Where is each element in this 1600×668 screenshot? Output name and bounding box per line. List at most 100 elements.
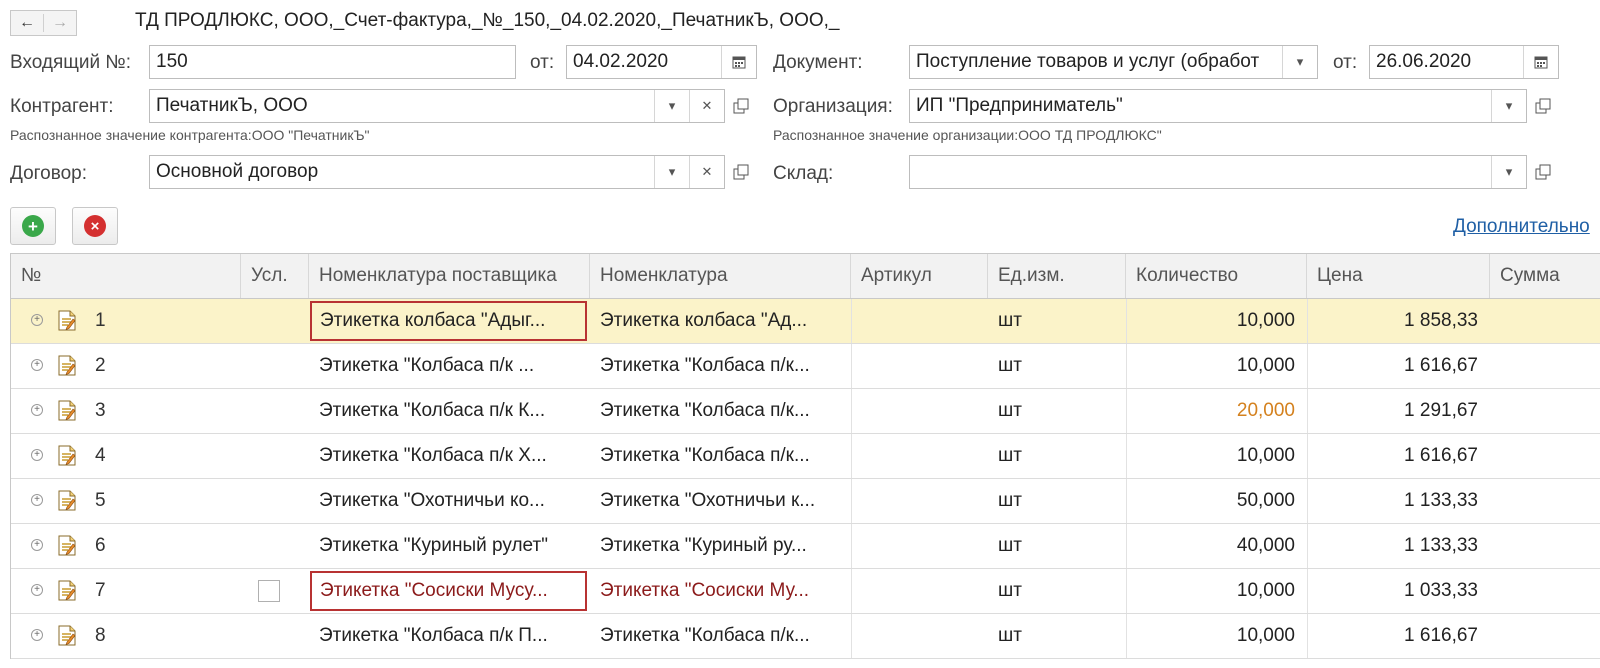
supplier-item-cell[interactable]: Этикетка колбаса "Адыг... — [310, 301, 587, 341]
sum-cell[interactable] — [1490, 614, 1600, 658]
unit-cell[interactable]: шт — [998, 524, 1126, 568]
delete-row-button[interactable]: × — [72, 207, 118, 245]
price-cell[interactable]: 1 858,33 — [1307, 299, 1490, 343]
open-link-icon[interactable] — [725, 155, 757, 189]
expand-icon[interactable]: + — [31, 539, 43, 551]
col-header-quantity[interactable]: Количество — [1126, 254, 1307, 298]
forward-button[interactable]: → — [44, 14, 76, 32]
unit-cell[interactable]: шт — [998, 344, 1126, 388]
dropdown-icon[interactable]: ▾ — [654, 90, 689, 122]
clear-icon[interactable]: ✕ — [689, 156, 724, 188]
document-field[interactable]: Поступление товаров и услуг (обработ ▾ — [909, 45, 1318, 79]
calendar-icon[interactable] — [721, 46, 756, 78]
unit-cell[interactable]: шт — [998, 434, 1126, 478]
article-cell[interactable] — [851, 614, 988, 658]
table-row[interactable]: +1 Этикетка колбаса "Адыг... Этикетка колб… — [11, 299, 1600, 344]
dropdown-icon[interactable]: ▾ — [1491, 156, 1526, 188]
article-cell[interactable] — [851, 479, 988, 523]
unit-cell[interactable]: шт — [998, 389, 1126, 433]
item-cell[interactable]: Этикетка "Колбаса п/к... — [600, 389, 851, 433]
sum-cell[interactable] — [1490, 434, 1600, 478]
price-cell[interactable]: 1 133,33 — [1307, 479, 1490, 523]
sum-cell[interactable] — [1490, 299, 1600, 343]
supplier-item-cell[interactable]: Этикетка "Колбаса п/к Х... — [309, 434, 590, 478]
condition-checkbox[interactable] — [258, 580, 280, 602]
article-cell[interactable] — [851, 344, 988, 388]
expand-icon[interactable]: + — [31, 404, 43, 416]
price-cell[interactable]: 1 291,67 — [1307, 389, 1490, 433]
expand-icon[interactable]: + — [31, 494, 43, 506]
col-header-unit[interactable]: Ед.изм. — [988, 254, 1126, 298]
expand-icon[interactable]: + — [31, 584, 43, 596]
quantity-cell[interactable]: 10,000 — [1126, 614, 1307, 658]
supplier-item-cell[interactable]: Этикетка "Колбаса п/к К... — [309, 389, 590, 433]
article-cell[interactable] — [851, 434, 988, 478]
sum-cell[interactable] — [1490, 344, 1600, 388]
item-cell[interactable]: Этикетка "Охотничьи к... — [600, 479, 851, 523]
price-cell[interactable]: 1 133,33 — [1307, 524, 1490, 568]
article-cell[interactable] — [851, 524, 988, 568]
col-header-price[interactable]: Цена — [1307, 254, 1490, 298]
table-row[interactable]: +4 Этикетка "Колбаса п/к Х... Этикетка "Ко… — [11, 434, 1600, 479]
dropdown-icon[interactable]: ▾ — [1282, 46, 1317, 78]
table-row[interactable]: +8 Этикетка "Колбаса п/к П... Этикетка "Ко… — [11, 614, 1600, 659]
sum-cell[interactable] — [1490, 524, 1600, 568]
supplier-item-cell[interactable]: Этикетка "Колбаса п/к П... — [309, 614, 590, 658]
incoming-date-field[interactable]: 04.02.2020 — [566, 45, 757, 79]
unit-cell[interactable]: шт — [998, 569, 1126, 613]
supplier-item-cell[interactable]: Этикетка "Охотничьи ко... — [309, 479, 590, 523]
contract-field[interactable]: Основной договор ▾ ✕ — [149, 155, 725, 189]
table-row[interactable]: +5 Этикетка "Охотничьи ко... Этикетка "Охо… — [11, 479, 1600, 524]
dropdown-icon[interactable]: ▾ — [654, 156, 689, 188]
price-cell[interactable]: 1 033,33 — [1307, 569, 1490, 613]
additional-link[interactable]: Дополнительно — [1453, 216, 1600, 238]
item-cell[interactable]: Этикетка колбаса "Ад... — [600, 299, 851, 343]
col-header-supplier-item[interactable]: Номенклатура поставщика — [309, 254, 590, 298]
expand-icon[interactable]: + — [31, 449, 43, 461]
price-cell[interactable]: 1 616,67 — [1307, 344, 1490, 388]
open-link-icon[interactable] — [725, 89, 757, 123]
col-header-sum[interactable]: Сумма — [1490, 254, 1600, 298]
add-row-button[interactable]: + — [10, 207, 56, 245]
dropdown-icon[interactable]: ▾ — [1491, 90, 1526, 122]
counterparty-field[interactable]: ПечатникЪ, ООО ▾ ✕ — [149, 89, 725, 123]
incoming-number-field[interactable]: 150 — [149, 45, 516, 79]
price-cell[interactable]: 1 616,67 — [1307, 434, 1490, 478]
organization-field[interactable]: ИП "Предприниматель" ▾ — [909, 89, 1527, 123]
sum-cell[interactable] — [1490, 569, 1600, 613]
price-cell[interactable]: 1 616,67 — [1307, 614, 1490, 658]
quantity-cell[interactable]: 10,000 — [1126, 569, 1307, 613]
calendar-icon[interactable] — [1523, 46, 1558, 78]
table-row[interactable]: +6 Этикетка "Куриный рулет" Этикетка "Кури… — [11, 524, 1600, 569]
quantity-cell[interactable]: 40,000 — [1126, 524, 1307, 568]
supplier-item-cell[interactable]: Этикетка "Куриный рулет" — [309, 524, 590, 568]
quantity-cell[interactable]: 10,000 — [1126, 344, 1307, 388]
table-row[interactable]: +7 Этикетка "Сосиски Мусу... Этикетка "Сос… — [11, 569, 1600, 614]
table-row[interactable]: +3 Этикетка "Колбаса п/к К... Этикетка "Ко… — [11, 389, 1600, 434]
supplier-item-cell[interactable]: Этикетка "Колбаса п/к ... — [309, 344, 590, 388]
sum-cell[interactable] — [1490, 479, 1600, 523]
item-cell[interactable]: Этикетка "Сосиски Му... — [600, 569, 851, 613]
quantity-cell[interactable]: 10,000 — [1126, 434, 1307, 478]
clear-icon[interactable]: ✕ — [689, 90, 724, 122]
quantity-cell[interactable]: 20,000 — [1126, 389, 1307, 433]
document-date-field[interactable]: 26.06.2020 — [1369, 45, 1559, 79]
open-link-icon[interactable] — [1527, 155, 1559, 189]
col-header-number[interactable]: № — [11, 254, 241, 298]
warehouse-field[interactable]: ▾ — [909, 155, 1527, 189]
table-row[interactable]: +2 Этикетка "Колбаса п/к ... Этикетка "Кол… — [11, 344, 1600, 389]
expand-icon[interactable]: + — [31, 359, 43, 371]
item-cell[interactable]: Этикетка "Колбаса п/к... — [600, 434, 851, 478]
sum-cell[interactable] — [1490, 389, 1600, 433]
col-header-article[interactable]: Артикул — [851, 254, 988, 298]
open-link-icon[interactable] — [1527, 89, 1559, 123]
item-cell[interactable]: Этикетка "Колбаса п/к... — [600, 344, 851, 388]
back-button[interactable]: ← — [11, 14, 43, 32]
quantity-cell[interactable]: 10,000 — [1126, 299, 1307, 343]
expand-icon[interactable]: + — [31, 629, 43, 641]
article-cell[interactable] — [851, 569, 988, 613]
unit-cell[interactable]: шт — [998, 299, 1126, 343]
article-cell[interactable] — [851, 299, 988, 343]
article-cell[interactable] — [851, 389, 988, 433]
col-header-condition[interactable]: Усл. — [241, 254, 309, 298]
